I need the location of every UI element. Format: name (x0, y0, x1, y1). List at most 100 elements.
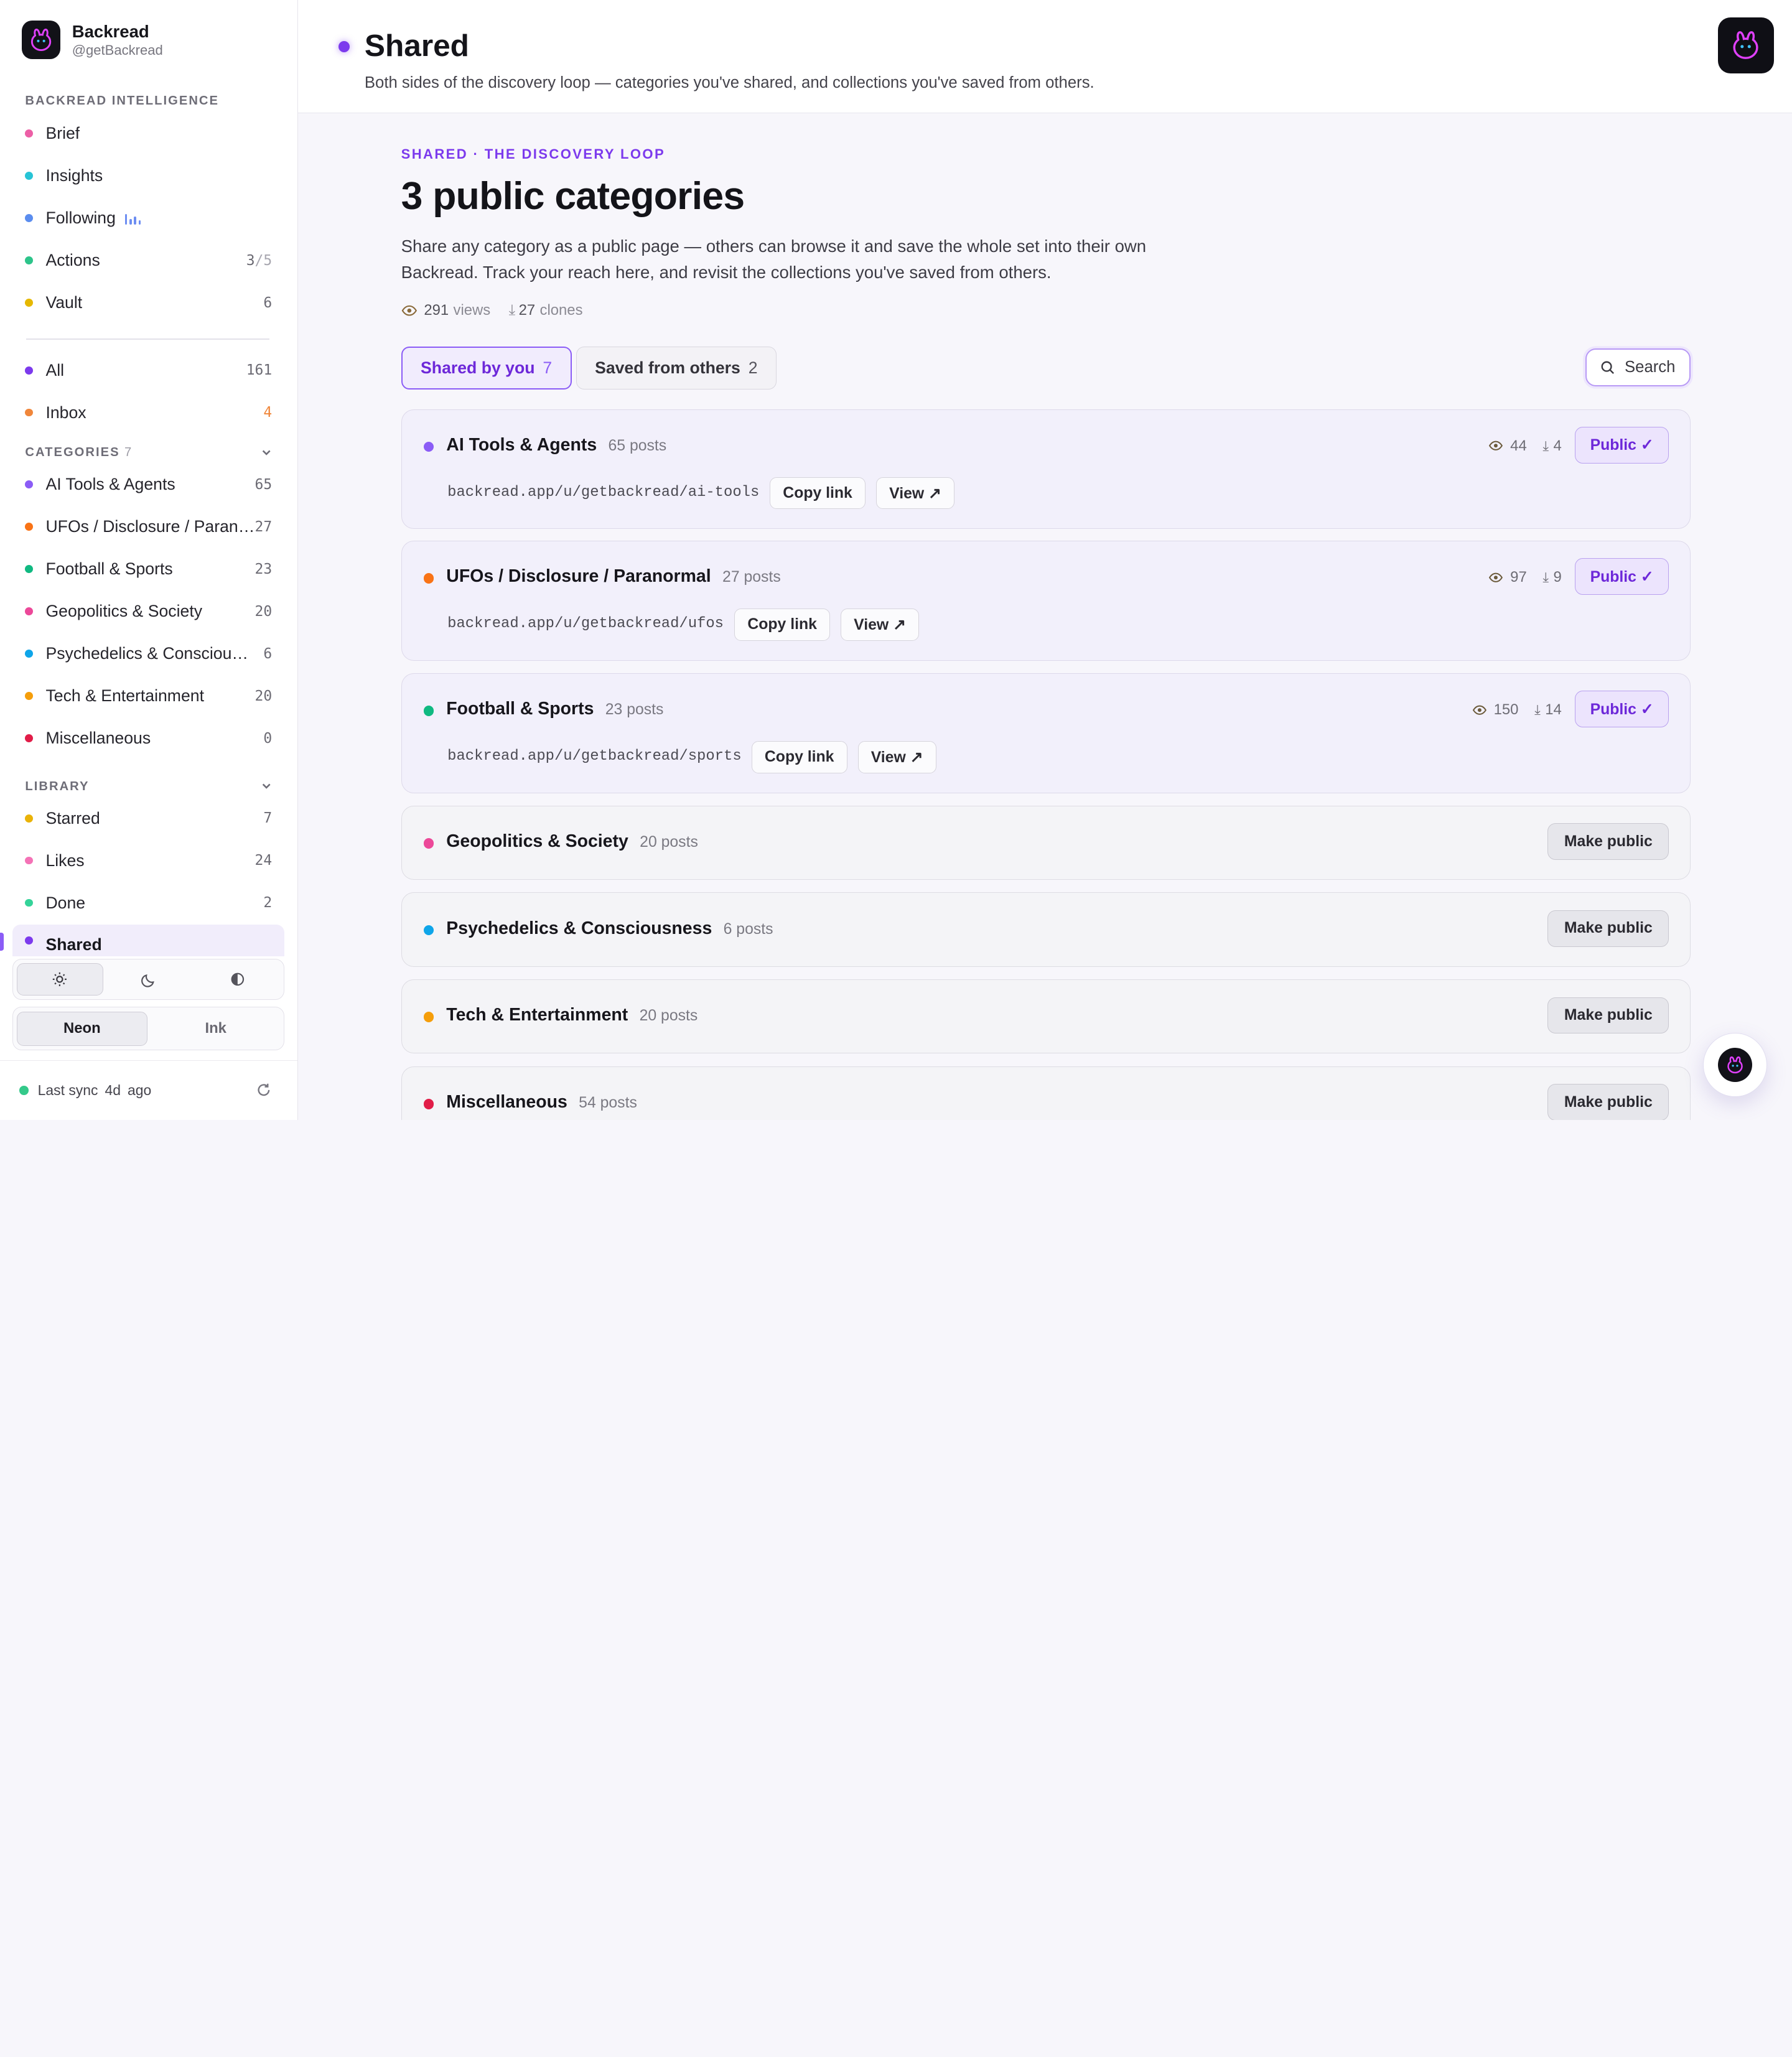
download-icon: ⤓ (1534, 701, 1541, 717)
share-url: backread.app/u/getbackread/sports (447, 748, 742, 765)
eye-icon (1472, 705, 1486, 715)
view-button[interactable]: View ↗ (857, 741, 936, 773)
sidebar-item-ufos[interactable]: UFOs / Disclosure / Paranormal 27 (12, 510, 284, 544)
sidebar-item-label: Vault (45, 293, 83, 312)
category-card-ai-tools: AI Tools & Agents 65 posts backread.app/u… (401, 409, 1691, 529)
sidebar-item-ai-tools[interactable]: AI Tools & Agents 65 (12, 467, 284, 501)
card-name: Psychedelics & Consciousness (446, 918, 712, 938)
refresh-icon[interactable] (256, 1082, 272, 1098)
download-icon: ⤓ (508, 301, 516, 319)
color-dot (25, 172, 34, 180)
chevron-down-icon[interactable] (261, 780, 272, 791)
sidebar-item-geopolitics[interactable]: Geopolitics & Society 20 (12, 594, 284, 628)
tab-shared-by-you[interactable]: Shared by you 7 (401, 346, 572, 390)
card-posts: 23 posts (605, 701, 664, 719)
sidebar-item-label: Likes (45, 851, 85, 870)
rabbit-logo-icon[interactable] (1717, 17, 1774, 73)
public-toggle-button[interactable]: Public ✓ (1574, 691, 1669, 728)
category-card-miscellaneous: Miscellaneous 54 posts Make public (401, 1066, 1691, 1120)
card-posts: 6 posts (723, 920, 773, 938)
sidebar-item-all[interactable]: All 161 (12, 353, 284, 388)
color-dot (25, 692, 34, 700)
color-dot (423, 1012, 434, 1022)
search-label: Search (1625, 358, 1676, 376)
style-neon-button[interactable]: Neon (16, 1011, 148, 1046)
sidebar-item-insights[interactable]: Insights (12, 159, 284, 193)
color-dot (25, 936, 34, 945)
sidebar-item-label: UFOs / Disclosure / Paranormal (45, 517, 256, 536)
sidebar-item-actions[interactable]: Actions 3/5 (12, 243, 284, 278)
make-public-button[interactable]: Make public (1547, 910, 1669, 947)
public-toggle-button[interactable]: Public ✓ (1574, 558, 1669, 595)
copy-link-button[interactable]: Copy link (770, 477, 866, 510)
search-button[interactable]: Search (1585, 348, 1691, 386)
actions-done-count: 3 (246, 252, 255, 269)
copy-link-button[interactable]: Copy link (751, 741, 847, 773)
color-dot (25, 129, 34, 138)
theme-contrast-button[interactable] (195, 963, 281, 995)
sidebar-item-vault[interactable]: Vault 6 (12, 286, 284, 320)
brand[interactable]: Backread @getBackread (21, 21, 163, 60)
page-title: Shared (364, 28, 469, 63)
category-card-psychedelics: Psychedelics & Consciousness 6 posts Make… (401, 892, 1691, 967)
make-public-button[interactable]: Make public (1547, 997, 1669, 1034)
title-dot (338, 41, 350, 53)
sync-status-dot (19, 1086, 29, 1096)
copy-link-button[interactable]: Copy link (734, 609, 831, 641)
sidebar-item-starred[interactable]: Starred 7 (12, 801, 284, 836)
sidebar-divider (26, 338, 270, 340)
color-dot (25, 366, 34, 375)
card-title: Tech & Entertainment 20 posts (446, 1005, 698, 1025)
clones-label: clones (539, 301, 583, 319)
card-views: 44 (1510, 437, 1527, 454)
color-dot (25, 734, 34, 742)
sidebar-item-football[interactable]: Football & Sports 23 (12, 552, 284, 586)
assistant-fab-button[interactable] (1702, 1033, 1767, 1098)
eye-icon (1489, 441, 1503, 451)
sidebar-item-following[interactable]: Following (12, 201, 284, 235)
public-toggle-button[interactable]: Public ✓ (1574, 427, 1669, 464)
sidebar-item-label: Insights (45, 166, 103, 185)
view-button[interactable]: View ↗ (875, 477, 954, 510)
style-ink-button[interactable]: Ink (151, 1012, 281, 1046)
hero-description: Share any category as a public page — ot… (401, 236, 1147, 282)
sidebar-item-psychedelics[interactable]: Psychedelics & Consciousness 6 (12, 637, 284, 671)
sidebar-item-miscellaneous[interactable]: Miscellaneous 0 (12, 721, 284, 755)
activity-bars-icon (124, 212, 141, 225)
sidebar-item-brief[interactable]: Brief (12, 116, 284, 151)
theme-light-button[interactable] (16, 963, 103, 996)
sidebar-item-label: Done (45, 893, 86, 912)
eye-icon (1489, 572, 1503, 582)
theme-dark-button[interactable] (106, 963, 192, 995)
make-public-button[interactable]: Make public (1547, 823, 1669, 861)
card-name: Geopolitics & Society (446, 831, 628, 852)
sidebar-item-label: All (45, 360, 65, 380)
card-stats: 44 ⤓ 4 (1488, 437, 1562, 455)
download-icon: ⤓ (1542, 569, 1549, 585)
sidebar-item-inbox[interactable]: Inbox 4 (12, 396, 284, 430)
card-name: Football & Sports (446, 699, 594, 719)
chevron-down-icon[interactable] (261, 447, 272, 458)
sidebar-item-label: Brief (45, 124, 80, 143)
sidebar-item-label: Football & Sports (45, 559, 173, 579)
sidebar-item-count: 24 (254, 852, 273, 869)
card-title: Psychedelics & Consciousness 6 posts (446, 918, 773, 939)
view-button[interactable]: View ↗ (840, 609, 920, 641)
section-label-library[interactable]: LIBRARY (25, 780, 272, 794)
tab-saved-from-others[interactable]: Saved from others 2 (576, 346, 777, 390)
tab-count: 7 (543, 358, 553, 377)
sidebar-item-count: 2 (263, 895, 273, 912)
sidebar-item-label: Tech & Entertainment (45, 686, 205, 706)
card-clones: 14 (1545, 701, 1562, 718)
make-public-button[interactable]: Make public (1547, 1084, 1669, 1120)
section-eyebrow: SHARED · THE DISCOVERY LOOP (401, 146, 666, 162)
color-dot (25, 650, 34, 658)
sidebar-item-count: 7 (263, 810, 273, 827)
sidebar-item-tech[interactable]: Tech & Entertainment 20 (12, 679, 284, 713)
section-label-categories[interactable]: CATEGORIES 7 (25, 445, 272, 460)
color-dot (25, 814, 34, 823)
sidebar-item-shared[interactable]: Shared (12, 924, 285, 957)
sidebar-item-likes[interactable]: Likes 24 (12, 844, 284, 878)
sidebar-item-done[interactable]: Done 2 (12, 885, 284, 920)
eye-icon (401, 305, 417, 316)
